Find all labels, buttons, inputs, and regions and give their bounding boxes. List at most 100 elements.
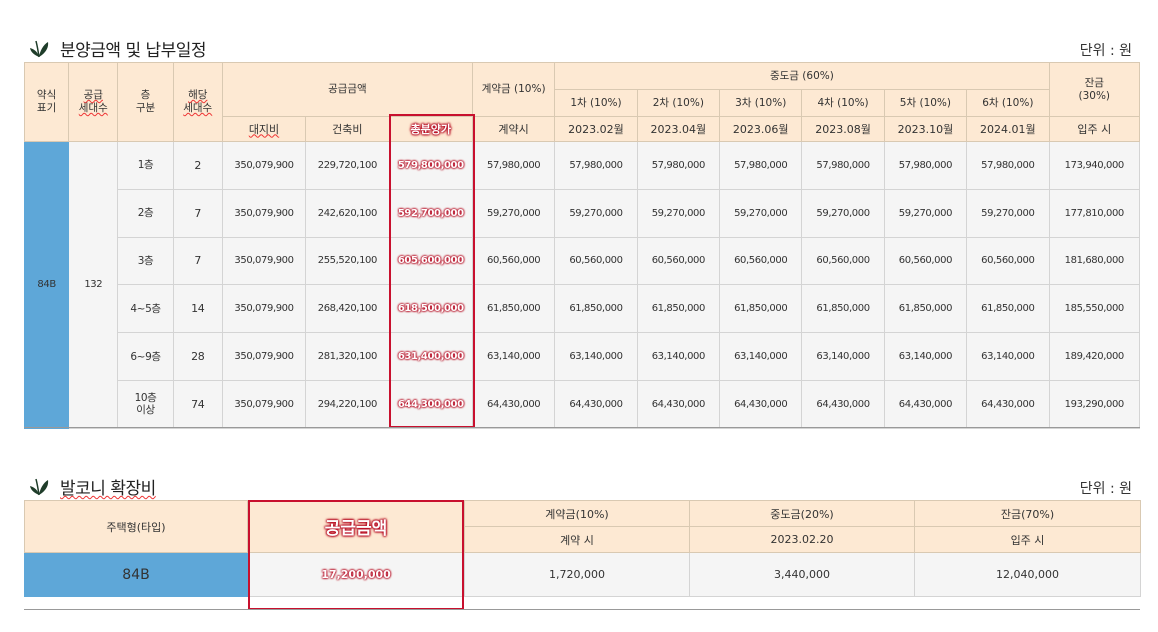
contract-cell: 63,140,000 — [471, 332, 556, 381]
balcony-contract: 1,720,000 — [464, 552, 690, 597]
land-cell: 350,079,900 — [221, 332, 307, 381]
middle-cell-6: 57,980,000 — [966, 141, 1050, 190]
unit-label: 단위 : 원 — [1079, 43, 1132, 59]
contract-cell: 60,560,000 — [471, 236, 556, 286]
total-cell: 644,300,000 — [388, 379, 473, 429]
balcony-header-middle: 중도금(20%) — [689, 500, 915, 527]
middle-cell-4: 60,560,000 — [801, 236, 885, 286]
sprout-icon — [30, 40, 49, 57]
header-middle-date-1: 2023.02월 — [554, 116, 638, 142]
unit-label-balcony: 단위 : 원 — [1079, 481, 1132, 497]
balcony-table: 주택형(타입) 공급금액 계약금(10%) 중도금(20%) 잔금(70%) 계… — [24, 500, 1141, 597]
balcony-supply: 17,200,000 — [247, 552, 465, 597]
middle-cell-5: 64,430,000 — [883, 379, 968, 429]
header-middle-6: 6차 (10%) — [966, 89, 1050, 117]
floor-households-cell: 28 — [172, 332, 223, 381]
divider — [24, 427, 1140, 428]
total-cell: 579,800,000 — [388, 141, 473, 190]
balcony-middle: 3,440,000 — [689, 552, 915, 597]
header-middle-4: 4차 (10%) — [801, 89, 885, 117]
header-households: 공급 세대수 — [68, 62, 119, 142]
middle-cell-1: 63,140,000 — [554, 332, 638, 381]
header-balance: 잔금 (30%) — [1048, 62, 1141, 117]
type-cell: 84B — [23, 141, 70, 429]
middle-cell-6: 60,560,000 — [966, 236, 1050, 286]
balcony-type: 84B — [24, 552, 248, 597]
header-type: 약식 표기 — [23, 62, 70, 142]
land-cell: 350,079,900 — [221, 141, 307, 190]
middle-cell-3: 59,270,000 — [719, 188, 803, 238]
header-middle-3: 3차 (10%) — [719, 89, 803, 117]
balcony-header-supply: 공급금액 — [247, 500, 465, 553]
header-middle-2: 2차 (10%) — [636, 89, 721, 117]
floor-cell: 1층 — [117, 141, 174, 190]
header-middle-date-6: 2024.01월 — [966, 116, 1050, 142]
middle-cell-1: 60,560,000 — [554, 236, 638, 286]
header-floor-households: 해당 세대수 — [172, 62, 223, 142]
balcony-header-middle-when: 2023.02.20 — [689, 526, 915, 553]
header-land: 대지비 — [221, 116, 307, 142]
floor-cell: 10층 이상 — [117, 379, 174, 429]
header-middle: 중도금 (60%) — [554, 62, 1050, 90]
building-cell: 268,420,100 — [305, 284, 390, 334]
contract-cell: 57,980,000 — [471, 141, 556, 190]
floor-cell: 4~5층 — [117, 284, 174, 334]
table-row: 6~9층 28 350,079,900 281,320,100 631,400,000 6… — [25, 332, 1141, 381]
middle-cell-2: 59,270,000 — [636, 188, 721, 238]
divider — [24, 609, 1140, 610]
middle-cell-4: 61,850,000 — [801, 284, 885, 334]
middle-cell-1: 61,850,000 — [554, 284, 638, 334]
middle-cell-3: 57,980,000 — [719, 141, 803, 190]
balcony-header-contract: 계약금(10%) — [464, 500, 690, 527]
middle-cell-4: 63,140,000 — [801, 332, 885, 381]
header-middle-date-3: 2023.06월 — [719, 116, 803, 142]
contract-cell: 61,850,000 — [471, 284, 556, 334]
building-cell: 242,620,100 — [305, 188, 390, 238]
section-title-price: 분양금액 및 납부일정 — [28, 36, 207, 61]
header-balance-when: 입주 시 — [1048, 116, 1141, 142]
balance-cell: 185,550,000 — [1048, 284, 1141, 334]
middle-cell-4: 64,430,000 — [801, 379, 885, 429]
middle-cell-3: 61,850,000 — [719, 284, 803, 334]
middle-cell-2: 57,980,000 — [636, 141, 721, 190]
middle-cell-6: 64,430,000 — [966, 379, 1050, 429]
contract-cell: 64,430,000 — [471, 379, 556, 429]
balcony-header-type: 주택형(타입) — [24, 500, 248, 553]
households-cell: 132 — [68, 141, 119, 429]
middle-cell-1: 57,980,000 — [554, 141, 638, 190]
building-cell: 255,520,100 — [305, 236, 390, 286]
balcony-balance: 12,040,000 — [914, 552, 1141, 597]
land-cell: 350,079,900 — [221, 284, 307, 334]
total-cell: 592,700,000 — [388, 188, 473, 238]
header-building: 건축비 — [305, 116, 390, 142]
floor-cell: 3층 — [117, 236, 174, 286]
middle-cell-2: 60,560,000 — [636, 236, 721, 286]
header-total: 총분양가 — [388, 116, 473, 142]
header-middle-date-5: 2023.10월 — [883, 116, 968, 142]
floor-households-cell: 2 — [172, 141, 223, 190]
total-cell: 618,500,000 — [388, 284, 473, 334]
building-cell: 281,320,100 — [305, 332, 390, 381]
middle-cell-6: 63,140,000 — [966, 332, 1050, 381]
header-middle-date-4: 2023.08월 — [801, 116, 885, 142]
building-cell: 294,220,100 — [305, 379, 390, 429]
header-contract-when: 계약시 — [471, 116, 556, 142]
building-cell: 229,720,100 — [305, 141, 390, 190]
floor-households-cell: 7 — [172, 188, 223, 238]
middle-cell-5: 59,270,000 — [883, 188, 968, 238]
header-supply-amount: 공급금액 — [221, 62, 473, 117]
floor-cell: 6~9층 — [117, 332, 174, 381]
total-cell: 631,400,000 — [388, 332, 473, 381]
contract-cell: 59,270,000 — [471, 188, 556, 238]
table-row: 2층 7 350,079,900 242,620,100 592,700,000 59,2… — [25, 188, 1141, 238]
middle-cell-5: 57,980,000 — [883, 141, 968, 190]
middle-cell-2: 63,140,000 — [636, 332, 721, 381]
middle-cell-6: 61,850,000 — [966, 284, 1050, 334]
middle-cell-1: 59,270,000 — [554, 188, 638, 238]
land-cell: 350,079,900 — [221, 236, 307, 286]
middle-cell-6: 59,270,000 — [966, 188, 1050, 238]
floor-households-cell: 7 — [172, 236, 223, 286]
floor-households-cell: 14 — [172, 284, 223, 334]
header-middle-1: 1차 (10%) — [554, 89, 638, 117]
land-cell: 350,079,900 — [221, 379, 307, 429]
